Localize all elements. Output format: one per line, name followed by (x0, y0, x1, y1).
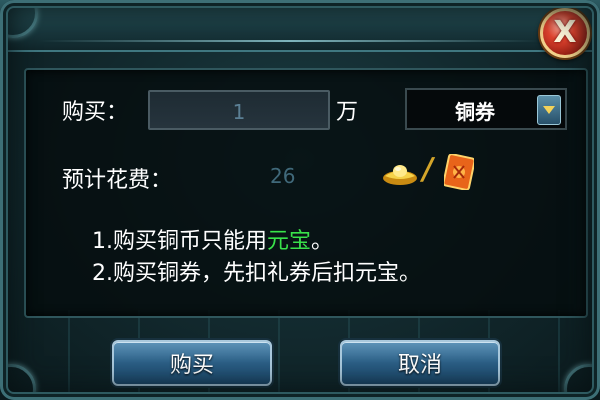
chevron-down-icon[interactable] (537, 95, 561, 125)
cost-label: 预计花费： (62, 168, 173, 193)
background-pattern (0, 310, 600, 400)
coupon-icon (444, 154, 474, 190)
cost-value: 26 (270, 164, 296, 188)
quantity-input[interactable]: 1 (148, 90, 330, 130)
tips-text: 1.购买铜币只能用元宝。 2.购买铜券，先扣礼券后扣元宝。 (92, 226, 421, 290)
close-button[interactable]: X (540, 8, 590, 58)
buy-label: 购买： (62, 100, 129, 125)
buy-button[interactable]: 购买 (112, 340, 272, 386)
purchase-dialog: X 购买： 1 万 铜券 预计花费： 26 / 1.购买铜币只能用元宝。 2.购… (0, 0, 600, 400)
title-bar (0, 0, 600, 52)
close-icon: X (553, 15, 577, 50)
currency-selected-value: 铜券 (455, 100, 495, 124)
tip-line-1: 1.购买铜币只能用元宝。 (92, 229, 334, 254)
unit-label: 万 (336, 100, 359, 125)
tip-line-2: 2.购买铜券，先扣礼券后扣元宝。 (92, 261, 421, 286)
gold-ingot-icon (383, 165, 417, 185)
currency-select[interactable]: 铜券 (405, 88, 567, 130)
highlight-text: 元宝 (267, 229, 312, 254)
cancel-button[interactable]: 取消 (340, 340, 500, 386)
